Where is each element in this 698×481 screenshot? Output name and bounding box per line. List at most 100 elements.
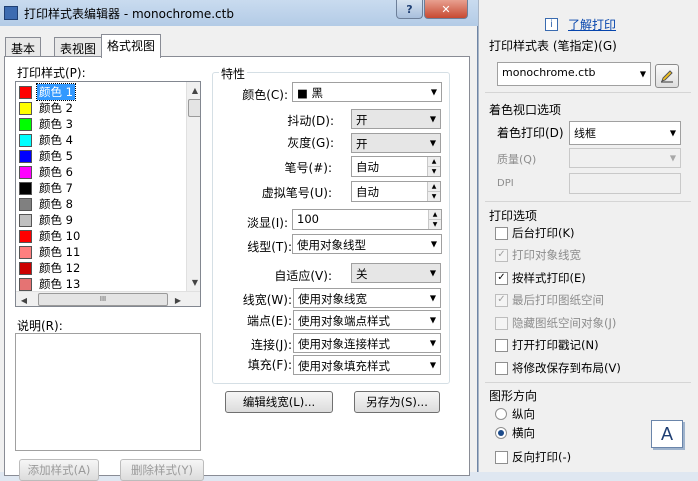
dpi-label: DPI [497,178,514,189]
list-item-label: 颜色 6 [39,165,73,179]
spinner-buttons[interactable]: ▲ ▼ [428,210,441,229]
chevron-down-icon: ▼ [669,128,676,138]
color-select[interactable]: ■ 黑 ▼ [292,82,442,102]
vertical-scrollbar[interactable]: ▲ ▼ [186,82,200,291]
color-swatch [19,149,32,163]
plot-with-styles-checkbox[interactable]: ✓ 按样式打印(E) [495,269,586,287]
scroll-thumb[interactable] [188,99,200,117]
list-item[interactable]: 颜色 13 [19,276,82,292]
list-item[interactable]: 颜色 7 [19,180,75,196]
hide-paperspace-objects-checkbox[interactable]: 隐藏图纸空间对象(J) [495,314,616,332]
list-item-label: 颜色 2 [39,101,73,115]
pen-number-spinner[interactable]: 自动 ▲ ▼ [351,156,441,177]
chevron-down-icon: ▼ [430,87,437,97]
list-item[interactable]: 颜色 12 [19,260,82,276]
checkmark-icon: ✓ [495,293,508,307]
app-icon [4,6,18,20]
dpi-field[interactable] [569,173,681,194]
plot-stamp-checkbox[interactable]: 打开打印戳记(N) [495,336,599,354]
quality-label: 质量(Q) [497,153,537,166]
fill-style-select[interactable]: 使用对象填充样式 ▼ [293,355,441,375]
spin-up-icon[interactable]: ▲ [429,210,441,219]
list-item[interactable]: 颜色 1 [19,83,76,101]
upside-down-checkbox[interactable]: 反向打印(-) [495,448,571,466]
checkbox-label: 后台打印(K) [512,226,575,240]
list-item[interactable]: 颜色 11 [19,244,82,260]
spin-up-icon[interactable]: ▲ [428,182,440,191]
spinner-buttons[interactable]: ▲ ▼ [427,157,440,176]
tab-form-view[interactable]: 格式视图 [101,34,162,58]
save-as-button[interactable]: 另存为(S)... [354,391,440,413]
adaptive-select[interactable]: 关 ▼ [351,263,441,283]
edit-plot-style-button[interactable] [655,64,679,88]
scroll-thumb-horizontal[interactable]: III [38,293,168,306]
delete-style-button[interactable]: 删除样式(Y) [120,459,204,481]
add-style-button[interactable]: 添加样式(A) [19,459,99,481]
linetype-label: 线型(T): [247,240,292,254]
checkbox-label: 打印对象线宽 [512,248,581,262]
plot-styles-list[interactable]: 颜色 1 颜色 2 颜色 3 颜色 4 颜色 5 颜色 6 颜色 7 颜色 8 颜色 9 颜色 1… [15,81,201,307]
scroll-down-icon[interactable]: ▼ [187,274,200,290]
plot-paperspace-last-checkbox[interactable]: ✓ 最后打印图纸空间 [495,291,604,309]
list-item[interactable]: 颜色 2 [19,100,75,116]
chevron-down-icon: ▼ [429,315,436,325]
background-plot-checkbox[interactable]: 后台打印(K) [495,224,575,242]
shaded-viewport-label: 着色视口选项 [489,103,562,117]
join-style-select[interactable]: 使用对象连接样式 ▼ [293,333,441,353]
edit-lineweights-button[interactable]: 编辑线宽(L)... [225,391,333,413]
grayscale-select[interactable]: 开 ▼ [351,133,441,153]
screening-spinner[interactable]: 100 ▲ ▼ [292,209,442,230]
list-item-label: 颜色 4 [39,133,73,147]
help-button[interactable]: ? [396,0,423,19]
list-item[interactable]: 颜色 9 [19,212,75,228]
virtual-pen-spinner[interactable]: 自动 ▲ ▼ [351,181,441,202]
description-label: 说明(R): [17,319,63,333]
window-title: 打印样式表编辑器 - monochrome.ctb [24,7,234,21]
lineweight-select[interactable]: 使用对象线宽 ▼ [293,288,441,308]
list-item[interactable]: 颜色 3 [19,116,75,132]
scroll-right-icon[interactable]: ▶ [170,292,186,306]
list-item-label: 颜色 9 [39,213,73,227]
chevron-down-icon: ▼ [639,69,646,79]
scroll-left-icon[interactable]: ◀ [16,292,32,306]
plot-lineweights-checkbox[interactable]: ✓ 打印对象线宽 [495,246,581,264]
color-swatch [19,117,32,131]
list-item[interactable]: 颜色 10 [19,228,82,244]
linetype-select[interactable]: 使用对象线型 ▼ [292,234,442,254]
plot-style-table-select[interactable]: monochrome.ctb ▼ [497,62,651,86]
learn-plot-link[interactable]: 了解打印 [568,16,616,33]
close-button[interactable]: ✕ [424,0,468,19]
portrait-radio[interactable]: 纵向 [495,405,535,423]
list-item-label: 颜色 3 [39,117,73,131]
list-item[interactable]: 颜色 4 [19,132,75,148]
list-item[interactable]: 颜色 6 [19,164,75,180]
scroll-up-icon[interactable]: ▲ [187,82,200,98]
list-item-label: 颜色 11 [39,245,81,259]
plot-style-table-value: monochrome.ctb [502,66,596,79]
checkbox-label: 将修改保存到布局(V) [512,361,621,375]
color-swatch [19,213,32,227]
spinner-buttons[interactable]: ▲ ▼ [427,182,440,201]
save-to-layout-checkbox[interactable]: 将修改保存到布局(V) [495,359,621,377]
chevron-down-icon: ▼ [429,360,436,370]
tab-table-view[interactable]: 表视图 [54,37,103,57]
spin-down-icon[interactable]: ▼ [428,191,440,201]
description-textarea[interactable] [15,333,201,451]
quality-select[interactable]: ▼ [569,148,681,168]
checkbox-label: 按样式打印(E) [512,271,586,285]
spin-up-icon[interactable]: ▲ [428,157,440,166]
spin-down-icon[interactable]: ▼ [428,166,440,176]
tab-general[interactable]: 基本 [5,37,42,57]
list-item-label: 颜色 5 [39,149,73,163]
adaptive-label: 自适应(V): [274,269,332,283]
landscape-radio[interactable]: 横向 [495,424,535,442]
list-item[interactable]: 颜色 8 [19,196,75,212]
divider [485,382,691,383]
dither-select[interactable]: 开 ▼ [351,109,441,129]
end-style-select[interactable]: 使用对象端点样式 ▼ [293,310,441,330]
checkbox-label: 打开打印戳记(N) [512,338,599,352]
list-item[interactable]: 颜色 5 [19,148,75,164]
shade-plot-select[interactable]: 线框 ▼ [569,121,681,145]
horizontal-scrollbar[interactable]: ◀ III ▶ [16,291,200,306]
spin-down-icon[interactable]: ▼ [429,219,441,229]
